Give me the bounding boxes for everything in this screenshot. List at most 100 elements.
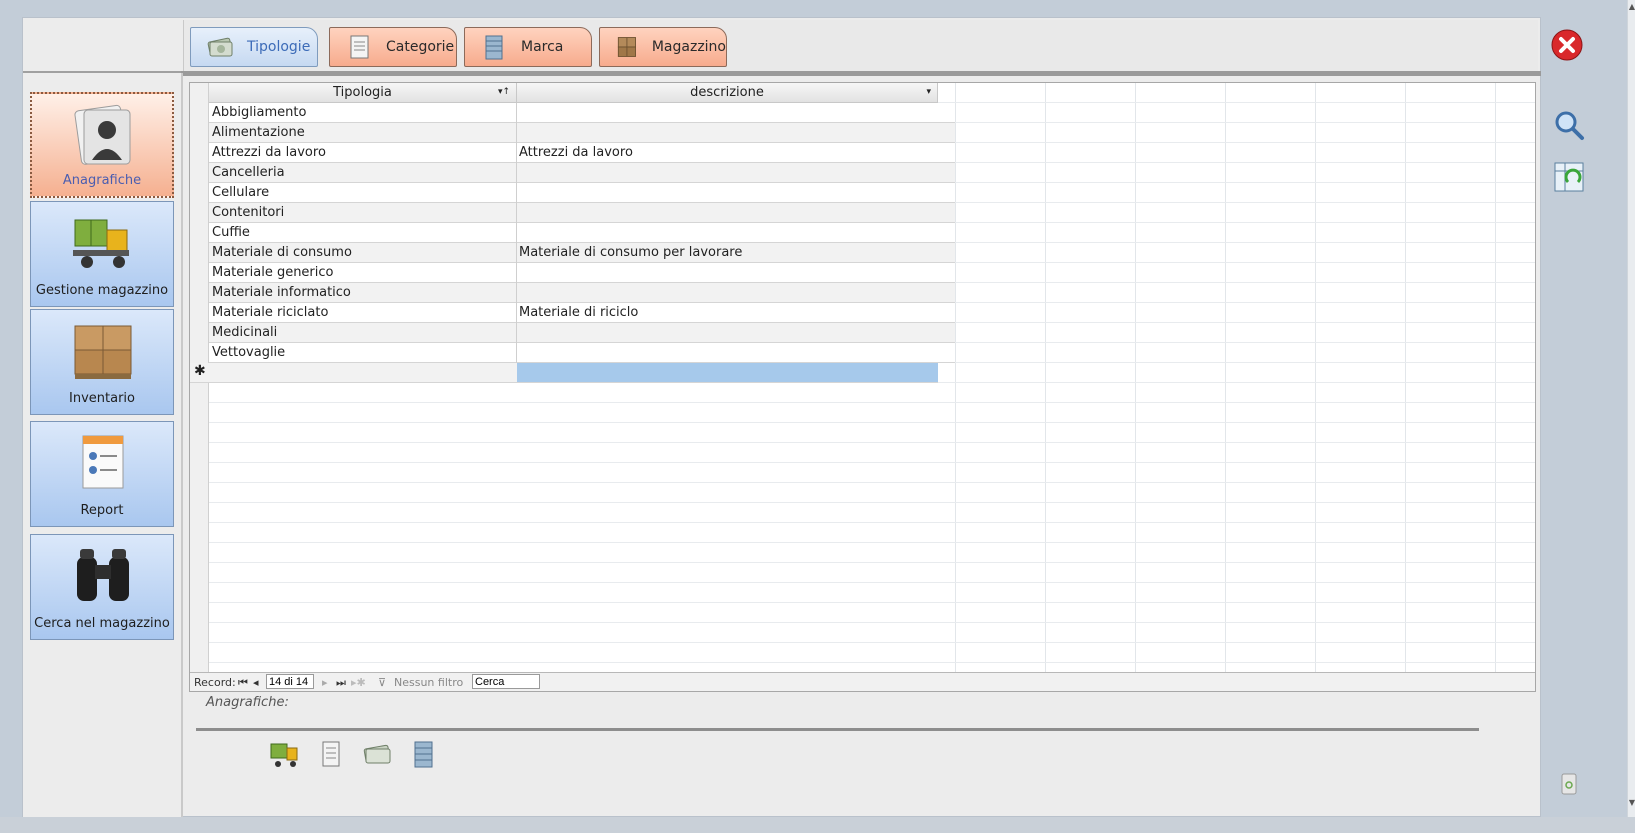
cell-separator <box>516 263 517 283</box>
table-row[interactable]: Cuffie <box>209 223 955 243</box>
tab-label: Tipologie <box>247 39 311 55</box>
scroll-up-icon[interactable]: ▲ <box>1628 2 1635 11</box>
cell-tipologia[interactable]: Alimentazione <box>212 125 512 140</box>
cell-descrizione[interactable]: Attrezzi da lavoro <box>519 145 939 160</box>
cell-separator <box>516 143 517 163</box>
cell-tipologia[interactable]: Vettovaglie <box>212 345 512 360</box>
table-row[interactable]: Materiale generico <box>209 263 955 283</box>
cell-tipologia[interactable]: Materiale generico <box>212 265 512 280</box>
forklift-icon[interactable] <box>269 738 301 770</box>
new-record-row[interactable]: ✱ <box>190 363 938 383</box>
sidebar-item-gestione-magazzino[interactable]: Gestione magazzino <box>30 201 174 307</box>
search-icon[interactable] <box>1552 108 1586 142</box>
grid-row-line <box>190 502 1535 503</box>
sidebar-item-inventario[interactable]: Inventario <box>30 309 174 415</box>
last-record-icon[interactable]: ⏭ <box>336 676 346 690</box>
next-record-icon[interactable]: ▸ <box>322 676 328 689</box>
cell-separator <box>516 103 517 123</box>
grid-column-line <box>1135 83 1136 673</box>
sidebar-item-label: Report <box>80 503 124 518</box>
cell-descrizione[interactable]: Materiale di riciclo <box>519 305 939 320</box>
grid-row-line <box>190 602 1535 603</box>
cell-tipologia[interactable]: Attrezzi da lavoro <box>212 145 512 160</box>
close-icon[interactable] <box>1550 28 1584 62</box>
grid-column-line <box>1225 83 1226 673</box>
tab-magazzino[interactable]: Magazzino <box>599 27 727 67</box>
cell-tipologia[interactable]: Contenitori <box>212 205 512 220</box>
record-count-field[interactable] <box>266 674 314 689</box>
grid-row-line <box>190 622 1535 623</box>
tab-label: Magazzino <box>651 39 726 55</box>
grid-row-line <box>190 542 1535 543</box>
building-icon[interactable] <box>407 738 439 770</box>
grid-row-line <box>190 582 1535 583</box>
column-header-tipologia[interactable]: Tipologia ▾↑ <box>209 83 517 103</box>
table-row[interactable]: Cellulare <box>209 183 955 203</box>
table-row[interactable]: Alimentazione <box>209 123 955 143</box>
money-icon[interactable] <box>361 738 393 770</box>
recycle-bin-icon[interactable] <box>1557 770 1581 796</box>
first-record-icon[interactable]: ⏮ <box>238 676 248 690</box>
column-header-label: Tipologia <box>333 85 392 100</box>
sort-dropdown-icon[interactable]: ▾ <box>926 83 931 102</box>
cell-descrizione[interactable]: Materiale di consumo per lavorare <box>519 245 939 260</box>
caption-divider <box>196 728 1479 731</box>
grid-column-line <box>1315 83 1316 673</box>
table-row[interactable]: Cancelleria <box>209 163 955 183</box>
boxes-icon <box>74 325 132 379</box>
scroll-down-icon[interactable]: ▼ <box>1628 798 1635 807</box>
sort-dropdown-icon[interactable]: ▾↑ <box>498 83 510 102</box>
cell-tipologia[interactable]: Abbigliamento <box>212 105 512 120</box>
cell-tipologia[interactable]: Cuffie <box>212 225 512 240</box>
cell-tipologia[interactable]: Cellulare <box>212 185 512 200</box>
table-row[interactable]: Materiale di consumo Materiale di consumo… <box>209 243 955 263</box>
money-icon <box>207 37 233 57</box>
tab-bar-divider <box>181 71 1541 76</box>
sidebar-item-cerca-nel-magazzino[interactable]: Cerca nel magazzino <box>30 534 174 640</box>
table-row[interactable]: Materiale informatico <box>209 283 955 303</box>
table-row[interactable]: Contenitori <box>209 203 955 223</box>
grid-row-line <box>190 562 1535 563</box>
binoculars-icon <box>77 549 129 601</box>
cell-separator <box>516 123 517 143</box>
record-navigation-bar: Record: ⏮ ◂ ▸ ⏭ ▸✱ ⊽ Nessun filtro <box>190 672 1535 691</box>
cell-separator <box>516 243 517 263</box>
record-label: Record: <box>194 676 236 689</box>
tab-marca[interactable]: Marca <box>464 27 592 67</box>
document-icon[interactable] <box>315 738 347 770</box>
table-row[interactable]: Materiale riciclato Materiale di riciclo <box>209 303 955 323</box>
vertical-scrollbar[interactable]: ▲ ▼ <box>1627 0 1635 820</box>
cell-tipologia[interactable]: Cancelleria <box>212 165 512 180</box>
grid-row-line <box>190 442 1535 443</box>
sidebar-item-anagrafiche[interactable]: Anagrafiche <box>30 92 174 198</box>
cell-tipologia[interactable]: Materiale informatico <box>212 285 512 300</box>
refresh-table-icon[interactable] <box>1552 160 1586 194</box>
cell-tipologia[interactable]: Medicinali <box>212 325 512 340</box>
tab-label: Categorie <box>386 39 455 55</box>
grid-column-line <box>1045 83 1046 673</box>
cell-tipologia[interactable]: Materiale riciclato <box>212 305 512 320</box>
selected-cell[interactable] <box>517 363 938 382</box>
table-row[interactable]: Medicinali <box>209 323 955 343</box>
filter-icon[interactable]: ⊽ <box>378 676 386 689</box>
search-input[interactable] <box>472 674 540 689</box>
grid-row-line <box>190 402 1535 403</box>
tab-categorie[interactable]: Categorie <box>329 27 457 67</box>
previous-record-icon[interactable]: ◂ <box>253 676 259 689</box>
cell-tipologia[interactable]: Materiale di consumo <box>212 245 512 260</box>
cell-separator <box>516 183 517 203</box>
new-record-icon[interactable]: ▸✱ <box>351 676 366 689</box>
filter-status[interactable]: Nessun filtro <box>394 676 463 689</box>
sidebar-item-report[interactable]: Report <box>30 421 174 527</box>
app-window: Tipologie Categorie Marca Magazzino Anag… <box>22 17 1541 818</box>
cell-separator <box>516 203 517 223</box>
sidebar-item-label: Gestione magazzino <box>35 283 169 298</box>
grid-column-line <box>1495 83 1496 673</box>
table-row[interactable]: Vettovaglie <box>209 343 955 363</box>
column-header-descrizione[interactable]: descrizione ▾ <box>517 83 938 103</box>
table-row[interactable]: Attrezzi da lavoro Attrezzi da lavoro <box>209 143 955 163</box>
table-row[interactable]: Abbigliamento <box>209 103 955 123</box>
new-record-marker: ✱ <box>194 363 206 379</box>
user-folder-icon <box>74 104 131 165</box>
tab-tipologie[interactable]: Tipologie <box>190 27 318 67</box>
